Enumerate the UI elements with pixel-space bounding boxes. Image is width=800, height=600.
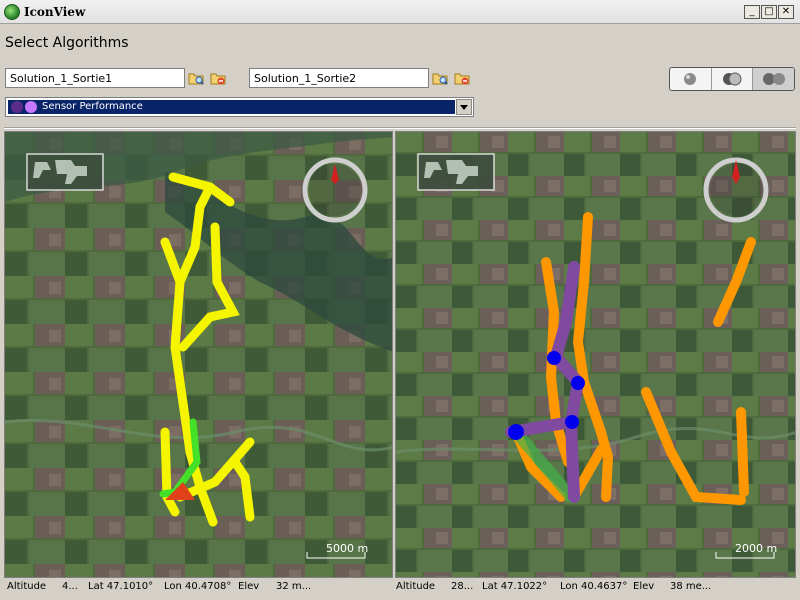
status-bar-right: Altitude 28... Lat 47.1022° Lon 40.4637°… [395, 579, 796, 597]
sphere-toggle-icon [684, 73, 697, 85]
elevation-value: 32 m... [276, 581, 312, 592]
status-bar-left: Altitude 4... Lat 47.1010° Lon 40.4708° … [4, 579, 393, 597]
elevation-label: Elev [238, 581, 260, 592]
separator [4, 127, 796, 129]
sphere-toggle-icon [723, 72, 742, 86]
world-minimap-icon[interactable] [26, 153, 104, 191]
world-minimap-icon[interactable] [417, 153, 495, 191]
solution-2-field[interactable]: Solution_1_Sortie2 [249, 68, 429, 88]
sphere-toggle-icon [762, 73, 785, 85]
map-view-right[interactable]: 2000 m [395, 131, 796, 578]
folder-remove-icon[interactable] [210, 70, 226, 86]
compass-icon[interactable] [302, 157, 368, 223]
metric-dropdown-button[interactable] [456, 99, 472, 115]
scale-label-left: 5000 m [326, 542, 369, 555]
view-toggle-split[interactable] [712, 68, 754, 90]
metric-selected: Sensor Performance [8, 100, 455, 114]
elevation-label: Elev [633, 581, 655, 592]
window-title: IconView [24, 5, 86, 19]
view-toggle-right[interactable] [753, 68, 794, 90]
compass-icon[interactable] [703, 157, 769, 223]
altitude-value: 4... [62, 581, 78, 592]
solution-1-field[interactable]: Solution_1_Sortie1 [5, 68, 185, 88]
latitude-readout: Lat 47.1010° [88, 581, 154, 592]
view-mode-toggle-group [669, 67, 795, 91]
close-button[interactable]: ✕ [778, 5, 794, 19]
altitude-label: Altitude [7, 581, 47, 592]
folder-remove-icon[interactable] [454, 70, 470, 86]
altitude-label: Altitude [396, 581, 436, 592]
longitude-readout: Lon 40.4637° [560, 581, 628, 592]
maximize-button[interactable]: □ [761, 5, 777, 19]
title-bar: IconView _ □ ✕ [0, 0, 800, 24]
globe-app-icon [4, 4, 20, 20]
minimize-button[interactable]: _ [744, 5, 760, 19]
elevation-value: 38 me... [670, 581, 712, 592]
latitude-readout: Lat 47.1022° [482, 581, 548, 592]
page-title: Select Algorithms [5, 35, 129, 51]
longitude-readout: Lon 40.4708° [164, 581, 232, 592]
sensor-color-icon [11, 101, 37, 113]
chevron-down-icon [460, 105, 468, 110]
folder-search-icon[interactable] [188, 70, 204, 86]
map-view-left[interactable]: 5000 m [4, 131, 393, 578]
scale-label-right: 2000 m [735, 542, 778, 555]
folder-search-icon[interactable] [432, 70, 448, 86]
metric-select[interactable]: Sensor Performance [5, 97, 474, 117]
view-toggle-left[interactable] [670, 68, 712, 90]
altitude-value: 28... [451, 581, 474, 592]
metric-label: Sensor Performance [42, 101, 143, 112]
